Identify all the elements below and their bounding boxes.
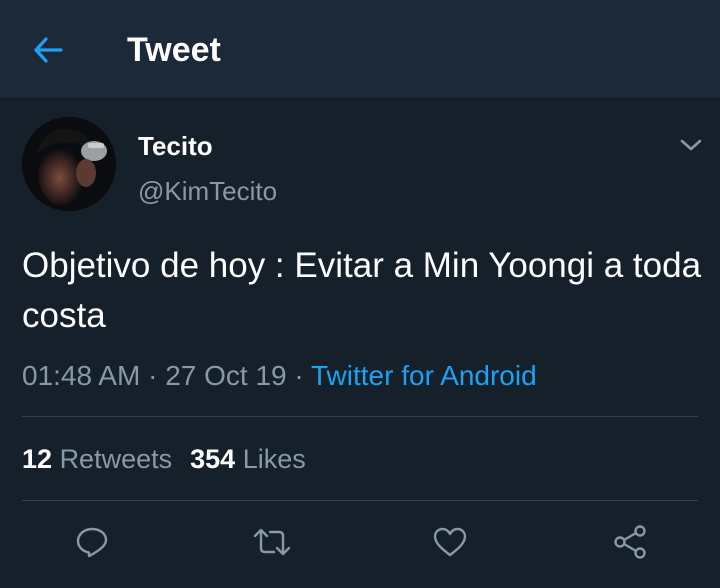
share-button[interactable] [608, 520, 652, 564]
retweets-stat[interactable]: 12 Retweets [22, 444, 172, 474]
author-handle[interactable]: @KimTecito [138, 175, 277, 207]
retweet-button[interactable] [250, 520, 294, 564]
back-button[interactable] [28, 30, 68, 70]
like-label: Likes [242, 444, 306, 474]
divider [22, 416, 698, 417]
meta-separator: · [148, 360, 158, 391]
divider [22, 500, 698, 501]
chevron-down-icon [680, 139, 702, 151]
profile-photo [22, 117, 116, 211]
tweet-text: Objetivo de hoy : Evitar a Min Yoongi a … [22, 246, 702, 335]
share-icon [614, 525, 646, 559]
like-count: 354 [190, 444, 236, 474]
engagement-stats: 12 Retweets 354 Likes [22, 441, 306, 477]
retweet-icon [253, 528, 291, 556]
tweet-metadata: 01:48 AM · 27 Oct 19 · Twitter for Andro… [22, 358, 537, 394]
tweet-time: 01:48 AM [22, 360, 141, 391]
arrow-left-icon [34, 37, 63, 63]
page-title: Tweet [127, 31, 221, 69]
more-options-button[interactable] [676, 130, 706, 160]
top-app-bar: Tweet [0, 0, 720, 99]
reply-icon [76, 527, 108, 558]
tweet-date: 27 Oct 19 [165, 360, 287, 391]
retweet-count: 12 [22, 444, 53, 474]
likes-stat[interactable]: 354 Likes [190, 444, 306, 474]
avatar[interactable] [22, 117, 116, 211]
tweet-source-link[interactable]: Twitter for Android [311, 360, 537, 391]
like-icon [433, 527, 467, 557]
like-button[interactable] [428, 520, 472, 564]
meta-separator: · [294, 360, 304, 391]
retweet-label: Retweets [59, 444, 173, 474]
reply-button[interactable] [70, 520, 114, 564]
author-display-name[interactable]: Tecito [138, 130, 213, 162]
